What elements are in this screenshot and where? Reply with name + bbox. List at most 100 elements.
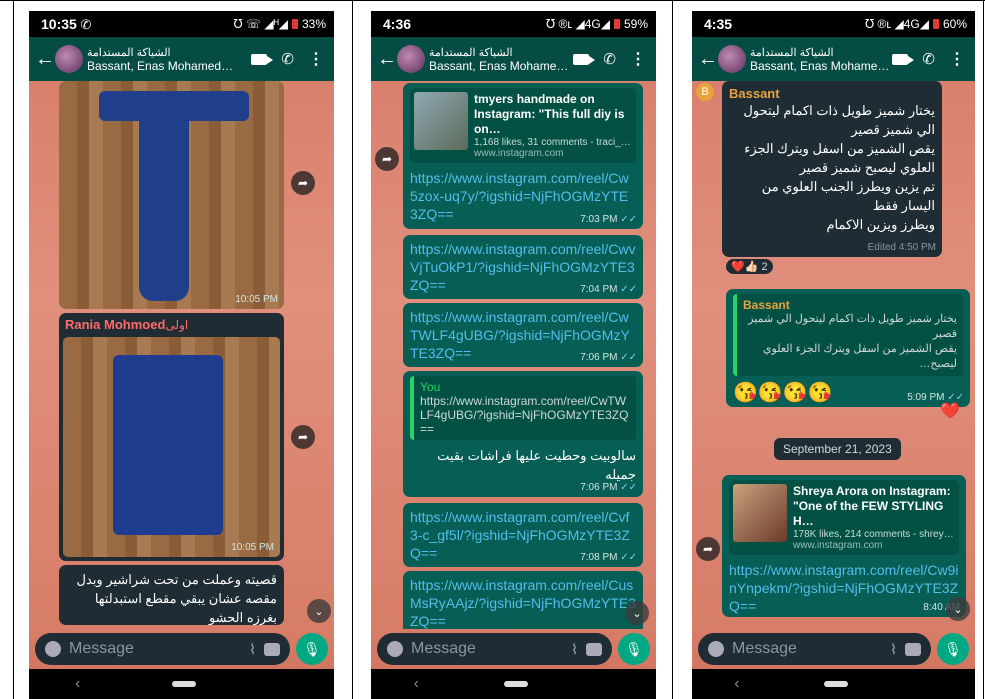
quote-text: https://www.instagram.com/reel/CwTWLF4gU… bbox=[420, 394, 629, 436]
mic-button[interactable]: 🎙 bbox=[937, 633, 969, 665]
preview-host: www.instagram.com bbox=[474, 148, 564, 159]
voice-call-icon[interactable]: ✆ bbox=[922, 50, 935, 68]
reply-message[interactable]: You https://www.instagram.com/reel/CwTWL… bbox=[403, 371, 643, 497]
emoji-icon[interactable] bbox=[708, 641, 724, 657]
group-members: Bassant, Enas Mohamed… bbox=[429, 58, 574, 73]
nav-back-icon[interactable]: ‹ bbox=[734, 675, 739, 693]
voice-call-icon[interactable]: ✆ bbox=[281, 50, 294, 68]
message-placeholder: Message bbox=[69, 640, 134, 657]
message-input[interactable]: Message ⌇ bbox=[377, 633, 612, 665]
back-arrow-icon[interactable]: ← bbox=[377, 48, 397, 71]
message-input[interactable]: Message ⌇ bbox=[35, 633, 290, 665]
quoted-message[interactable]: You https://www.instagram.com/reel/CwTWL… bbox=[410, 376, 636, 440]
jeans-photo: 10:05 PM bbox=[63, 337, 280, 557]
signal-icons: ℧ ®ʟ ◢4G◢ bbox=[864, 17, 929, 31]
nav-back-icon[interactable]: ‹ bbox=[75, 675, 80, 693]
forward-icon[interactable]: ➦ bbox=[375, 147, 399, 171]
scroll-down-icon[interactable]: ⌄ bbox=[946, 597, 970, 621]
mic-button[interactable]: 🎙 bbox=[618, 633, 650, 665]
reply-message[interactable]: Bassant يختار شميز طويل ذات اكمام ليتحول… bbox=[726, 289, 970, 407]
status-time: 4:35 bbox=[704, 16, 733, 32]
scroll-down-icon[interactable]: ⌄ bbox=[625, 601, 649, 625]
status-bar: 4:35 ℧ ®ʟ ◢4G◢ 60% bbox=[692, 11, 975, 37]
system-nav-bar: ‹ bbox=[692, 669, 975, 699]
battery-level: 59% bbox=[623, 17, 648, 31]
battery-icon bbox=[291, 19, 298, 29]
frame-divider bbox=[13, 0, 14, 699]
image-message[interactable]: Rania Mohmoedاولى 10:05 PM bbox=[59, 313, 284, 561]
sender-name: Rania Mohmoed bbox=[65, 317, 166, 332]
chat-area[interactable]: tmyers handmade on Instagram: "This full… bbox=[371, 81, 656, 629]
video-call-icon[interactable] bbox=[573, 53, 596, 65]
jeans bbox=[113, 355, 223, 535]
link-message[interactable]: https://www.instagram.com/reel/CwTWLF4gU… bbox=[403, 303, 643, 367]
link-preview[interactable]: tmyers handmade on Instagram: "This full… bbox=[410, 88, 636, 163]
chat-area[interactable]: 10:05 PM ➦ Rania Mohmoedاولى 10:05 PM ➦ … bbox=[29, 81, 334, 629]
mic-button[interactable]: 🎙 bbox=[296, 633, 328, 665]
composer: Message ⌇ 🎙 bbox=[29, 629, 334, 669]
more-options-icon[interactable]: ⋮ bbox=[949, 49, 965, 69]
image-message[interactable]: 10:05 PM bbox=[59, 81, 284, 309]
nav-back-icon[interactable]: ‹ bbox=[414, 675, 419, 693]
forward-icon[interactable]: ➦ bbox=[291, 171, 315, 195]
edited-label: Edited 4:50 PM bbox=[867, 242, 936, 253]
group-name: الشياكة المستدامة bbox=[429, 46, 513, 59]
link-message[interactable]: https://www.instagram.com/reel/Cvf3-c_gf… bbox=[403, 503, 643, 567]
message-reactions[interactable]: ❤️👍🏻 2 bbox=[726, 259, 773, 274]
link-message[interactable]: https://www.instagram.com/reel/CusMsRyAA… bbox=[403, 571, 643, 629]
nav-home-icon[interactable] bbox=[824, 681, 849, 687]
sweater-sleeve bbox=[139, 101, 189, 301]
group-name: الشياكة المستدامة bbox=[87, 46, 171, 59]
attach-icon[interactable]: ⌇ bbox=[249, 641, 256, 658]
link-message[interactable]: Shreya Arora on Instagram: "One of the F… bbox=[722, 475, 966, 617]
chat-title[interactable]: الشياكة المستدامة Bassant, Enas Mohamed… bbox=[87, 46, 251, 73]
scroll-down-icon[interactable]: ⌄ bbox=[307, 599, 331, 623]
chat-area[interactable]: B Bassant يختار شميز طويل ذات اكمام ليتح… bbox=[692, 81, 975, 629]
attach-icon[interactable]: ⌇ bbox=[571, 641, 578, 658]
preview-thumbnail bbox=[733, 484, 787, 542]
link-preview[interactable]: Shreya Arora on Instagram: "One of the F… bbox=[729, 480, 959, 555]
forward-icon[interactable]: ➦ bbox=[291, 425, 315, 449]
link-message[interactable]: tmyers handmade on Instagram: "This full… bbox=[403, 83, 643, 229]
sender-avatar[interactable]: B bbox=[696, 83, 714, 101]
voice-call-icon[interactable]: ✆ bbox=[603, 50, 616, 68]
group-avatar[interactable] bbox=[55, 45, 83, 73]
preview-thumbnail bbox=[414, 92, 468, 150]
text-message[interactable]: قصيته وعملت من تحت شراشير وبدل مقصه عشان… bbox=[59, 565, 284, 625]
back-arrow-icon[interactable]: ← bbox=[35, 48, 55, 71]
chat-title[interactable]: الشياكة المستدامة Bassant, Enas Mohamed… bbox=[750, 46, 892, 73]
forward-icon[interactable]: ➦ bbox=[696, 537, 720, 561]
emoji-icon[interactable] bbox=[387, 641, 403, 657]
more-options-icon[interactable]: ⋮ bbox=[308, 49, 324, 69]
system-nav-bar: ‹ bbox=[371, 669, 656, 699]
text-message[interactable]: Bassant يختار شميز طويل ذات اكمام ليتحول… bbox=[722, 81, 942, 257]
group-avatar[interactable] bbox=[718, 45, 746, 73]
heart-reaction[interactable]: ❤️ bbox=[940, 401, 960, 421]
camera-icon[interactable] bbox=[905, 642, 921, 656]
phone-screenshot-3: 4:35 ℧ ®ʟ ◢4G◢ 60% ← الشياكة المستدامة Ba… bbox=[692, 11, 975, 699]
attach-icon[interactable]: ⌇ bbox=[890, 641, 897, 658]
camera-icon[interactable] bbox=[586, 642, 602, 656]
video-call-icon[interactable] bbox=[892, 53, 915, 65]
more-options-icon[interactable]: ⋮ bbox=[630, 49, 646, 69]
frame-divider bbox=[983, 0, 984, 699]
link-message[interactable]: https://www.instagram.com/reel/CwvVjTuOk… bbox=[403, 235, 643, 299]
message-input[interactable]: Message ⌇ bbox=[698, 633, 931, 665]
group-name: الشياكة المستدامة bbox=[750, 46, 834, 59]
chat-title[interactable]: الشياكة المستدامة Bassant, Enas Mohamed… bbox=[429, 46, 573, 73]
nav-home-icon[interactable] bbox=[504, 681, 529, 687]
message-placeholder: Message bbox=[411, 640, 476, 657]
nav-home-icon[interactable] bbox=[172, 681, 197, 687]
back-arrow-icon[interactable]: ← bbox=[698, 48, 718, 71]
preview-subtitle: 1,168 likes, 31 comments - traci_… bbox=[474, 137, 631, 148]
call-status-icon: ✆ bbox=[80, 16, 92, 32]
video-call-icon[interactable] bbox=[251, 53, 274, 65]
status-bar: 4:36 ℧ ®ʟ ◢4G◢ 59% bbox=[371, 11, 656, 37]
camera-icon[interactable] bbox=[264, 642, 280, 656]
emoji-icon[interactable] bbox=[45, 641, 61, 657]
group-avatar[interactable] bbox=[397, 45, 425, 73]
status-bar: 10:35 ✆ ℧ ☏ ◢ᴴ◢ 33% bbox=[29, 11, 334, 37]
message-link[interactable]: https://www.instagram.com/reel/CusMsRyAA… bbox=[410, 576, 636, 629]
composer: Message ⌇ 🎙 bbox=[371, 629, 656, 669]
quoted-message[interactable]: Bassant يختار شميز طويل ذات اكمام ليتحول… bbox=[733, 294, 963, 376]
